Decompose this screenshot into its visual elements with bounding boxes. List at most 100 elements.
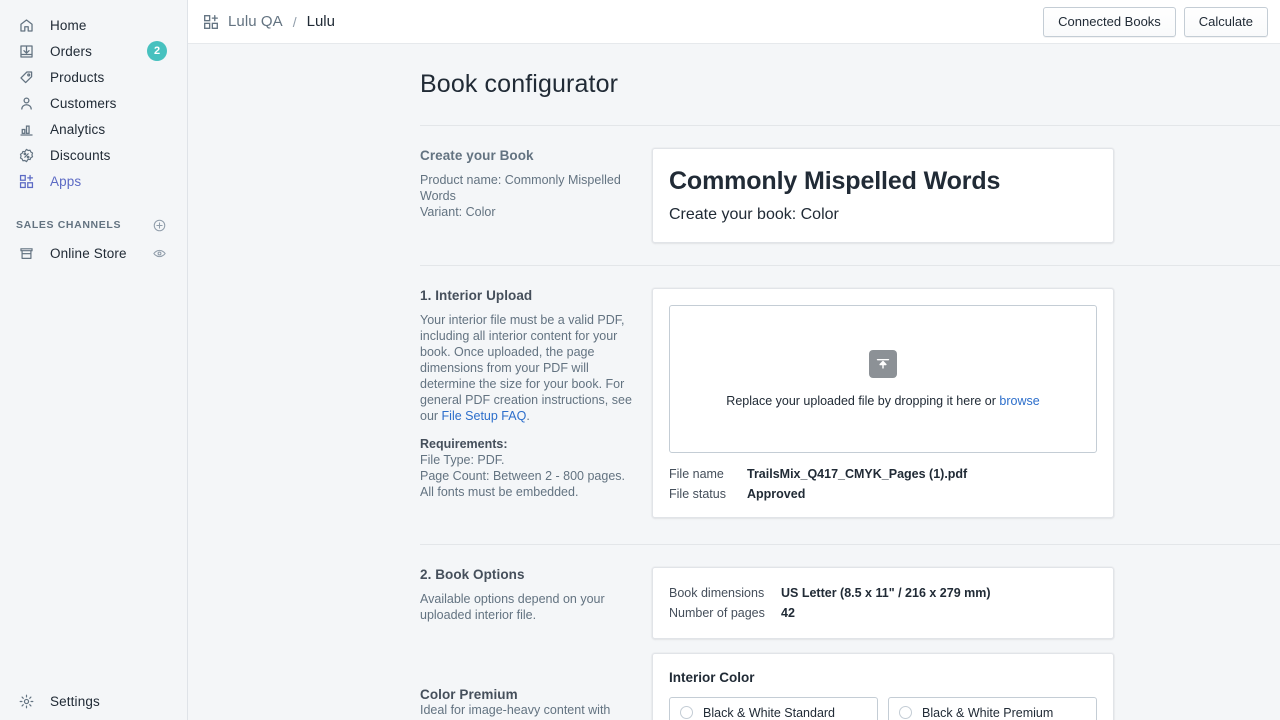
file-dropzone[interactable]: Replace your uploaded file by dropping i… xyxy=(669,304,1097,453)
sidebar-item-label: Apps xyxy=(50,173,82,189)
book-dimensions-row: Book dimensions US Letter (8.5 x 11" / 2… xyxy=(669,586,1097,600)
sales-channels-header: SALES CHANNELS xyxy=(8,212,179,238)
interior-color-options: Black & White Standard Black & White Pre… xyxy=(669,696,1097,720)
analytics-bar-chart-icon xyxy=(16,119,36,139)
color-premium-heading: Color Premium xyxy=(420,686,518,702)
breadcrumb-separator: / xyxy=(292,13,297,30)
sidebar-item-label: Settings xyxy=(50,693,100,709)
sidebar-item-label: Products xyxy=(50,69,105,85)
file-status-row: File status Approved xyxy=(669,487,1097,501)
section-body-book-options: Book dimensions US Letter (8.5 x 11" / 2… xyxy=(652,566,1114,720)
sidebar-item-home[interactable]: Home xyxy=(8,12,179,38)
sidebar-item-label: Orders xyxy=(50,43,93,59)
sidebar-item-label: Discounts xyxy=(50,147,111,163)
book-dimensions-label: Book dimensions xyxy=(669,585,765,600)
browse-link[interactable]: browse xyxy=(999,394,1039,408)
requirement-item: File Type: PDF. xyxy=(420,452,505,467)
color-premium-body: Ideal for image-heavy content with heavy… xyxy=(420,702,611,720)
interior-upload-body-text: Your interior file must be a valid PDF, … xyxy=(420,312,632,423)
product-name-line: Product name: Commonly Mispelled Words xyxy=(420,173,621,203)
section-heading: 2. Book Options xyxy=(420,566,525,582)
sidebar-item-online-store[interactable]: Online Store xyxy=(8,240,179,266)
sidebar-item-customers[interactable]: Customers xyxy=(8,90,179,116)
section-body-create-your-book: Commonly Mispelled Words Create your boo… xyxy=(652,148,1114,243)
sidebar-item-label: Customers xyxy=(50,95,117,111)
sidebar-item-settings[interactable]: Settings xyxy=(8,688,179,714)
breadcrumb-shop[interactable]: Lulu QA xyxy=(228,13,283,30)
section-body-interior-upload: Replace your uploaded file by dropping i… xyxy=(652,287,1114,518)
sidebar-item-analytics[interactable]: Analytics xyxy=(8,116,179,142)
sidebar-item-products[interactable]: Products xyxy=(8,64,179,90)
apps-grid-plus-icon xyxy=(202,13,220,31)
book-dimensions-card: Book dimensions US Letter (8.5 x 11" / 2… xyxy=(652,566,1114,639)
dropzone-instruction: Replace your uploaded file by dropping i… xyxy=(726,393,1000,408)
calculate-button[interactable]: Calculate xyxy=(1183,6,1268,37)
storefront-icon xyxy=(16,243,36,263)
interior-color-option-bw-standard[interactable]: Black & White Standard xyxy=(669,696,878,720)
app-root: Home Orders 2 Products Customers Analyti… xyxy=(0,0,1280,720)
interior-color-card: Interior Color Black & White Standard Bl… xyxy=(652,652,1114,720)
sidebar-item-apps[interactable]: Apps xyxy=(8,168,179,194)
home-icon xyxy=(16,15,36,35)
radio-icon xyxy=(680,706,693,720)
breadcrumb[interactable]: Lulu QA / Lulu xyxy=(202,13,335,31)
interior-color-option-bw-premium[interactable]: Black & White Premium xyxy=(888,696,1097,720)
page-title: Book configurator xyxy=(420,70,619,98)
interior-color-title: Interior Color xyxy=(669,669,755,685)
option-label: Black & White Premium xyxy=(922,705,1054,720)
book-dimensions-value: US Letter (8.5 x 11" / 216 x 279 mm) xyxy=(781,585,991,600)
topbar-actions: Connected Books Calculate xyxy=(1043,6,1268,37)
option-label: Black & White Standard xyxy=(703,705,836,720)
section-heading: Create your Book xyxy=(420,148,534,163)
interior-upload-body-end: . xyxy=(526,408,530,423)
variant-line: Variant: Color xyxy=(420,205,496,219)
requirement-item: All fonts must be embedded. xyxy=(420,484,579,499)
requirement-item: Page Count: Between 2 - 800 pages. xyxy=(420,468,626,483)
page-content: Book configurator Create your Book Produ… xyxy=(188,44,1280,720)
section-interior-upload: 1. Interior Upload Your interior file mu… xyxy=(188,266,1280,518)
file-name-value: TrailsMix_Q417_CMYK_Pages (1).pdf xyxy=(747,466,968,481)
plus-circle-icon[interactable] xyxy=(152,218,167,233)
breadcrumb-current: Lulu xyxy=(306,13,335,30)
sidebar: Home Orders 2 Products Customers Analyti… xyxy=(0,0,188,720)
file-status-label: File status xyxy=(669,486,726,501)
dropzone-text: Replace your uploaded file by dropping i… xyxy=(726,394,1039,408)
file-name-row: File name TrailsMix_Q417_CMYK_Pages (1).… xyxy=(669,467,1097,481)
book-hero-card: Commonly Mispelled Words Create your boo… xyxy=(652,148,1114,243)
section-description-book-options: 2. Book Options Available options depend… xyxy=(420,567,652,720)
main-region: Lulu QA / Lulu Connected Books Calculate… xyxy=(188,0,1280,720)
sales-channels-list: Online Store xyxy=(0,240,187,266)
products-tag-icon xyxy=(16,67,36,87)
gear-icon xyxy=(16,691,36,711)
section-heading: 1. Interior Upload xyxy=(420,287,533,303)
sidebar-item-orders[interactable]: Orders 2 xyxy=(8,38,179,64)
file-name-label: File name xyxy=(669,466,724,481)
orders-icon xyxy=(16,41,36,61)
radio-icon xyxy=(899,706,912,720)
sidebar-item-discounts[interactable]: Discounts xyxy=(8,142,179,168)
customers-icon xyxy=(16,93,36,113)
book-subtitle: Create your book: Color xyxy=(669,205,839,223)
file-status-value: Approved xyxy=(747,486,806,501)
eye-icon[interactable] xyxy=(152,246,167,261)
requirements-label: Requirements: xyxy=(420,436,508,451)
upload-icon xyxy=(869,349,897,378)
section-description-interior-upload: 1. Interior Upload Your interior file mu… xyxy=(420,288,652,518)
connected-books-button[interactable]: Connected Books xyxy=(1043,6,1176,37)
sidebar-nav-list: Home Orders 2 Products Customers Analyti… xyxy=(0,12,187,194)
book-title: Commonly Mispelled Words xyxy=(669,167,1001,195)
sidebar-item-label: Analytics xyxy=(50,121,106,137)
sidebar-item-label: Online Store xyxy=(50,245,127,261)
book-options-body: Available options depend on your uploade… xyxy=(420,591,605,622)
interior-upload-body: Your interior file must be a valid PDF, … xyxy=(420,312,632,424)
file-details: File name TrailsMix_Q417_CMYK_Pages (1).… xyxy=(653,453,1113,517)
apps-grid-plus-icon xyxy=(16,171,36,191)
section-description-create-your-book: Create your Book Product name: Commonly … xyxy=(420,148,652,243)
file-setup-faq-link[interactable]: File Setup FAQ xyxy=(442,409,527,423)
topbar: Lulu QA / Lulu Connected Books Calculate xyxy=(188,0,1280,44)
orders-count-badge: 2 xyxy=(147,41,167,61)
number-of-pages-value: 42 xyxy=(781,605,795,620)
number-of-pages-row: Number of pages 42 xyxy=(669,606,1097,620)
interior-upload-card: Replace your uploaded file by dropping i… xyxy=(652,287,1114,518)
sidebar-item-label: Home xyxy=(50,17,87,33)
